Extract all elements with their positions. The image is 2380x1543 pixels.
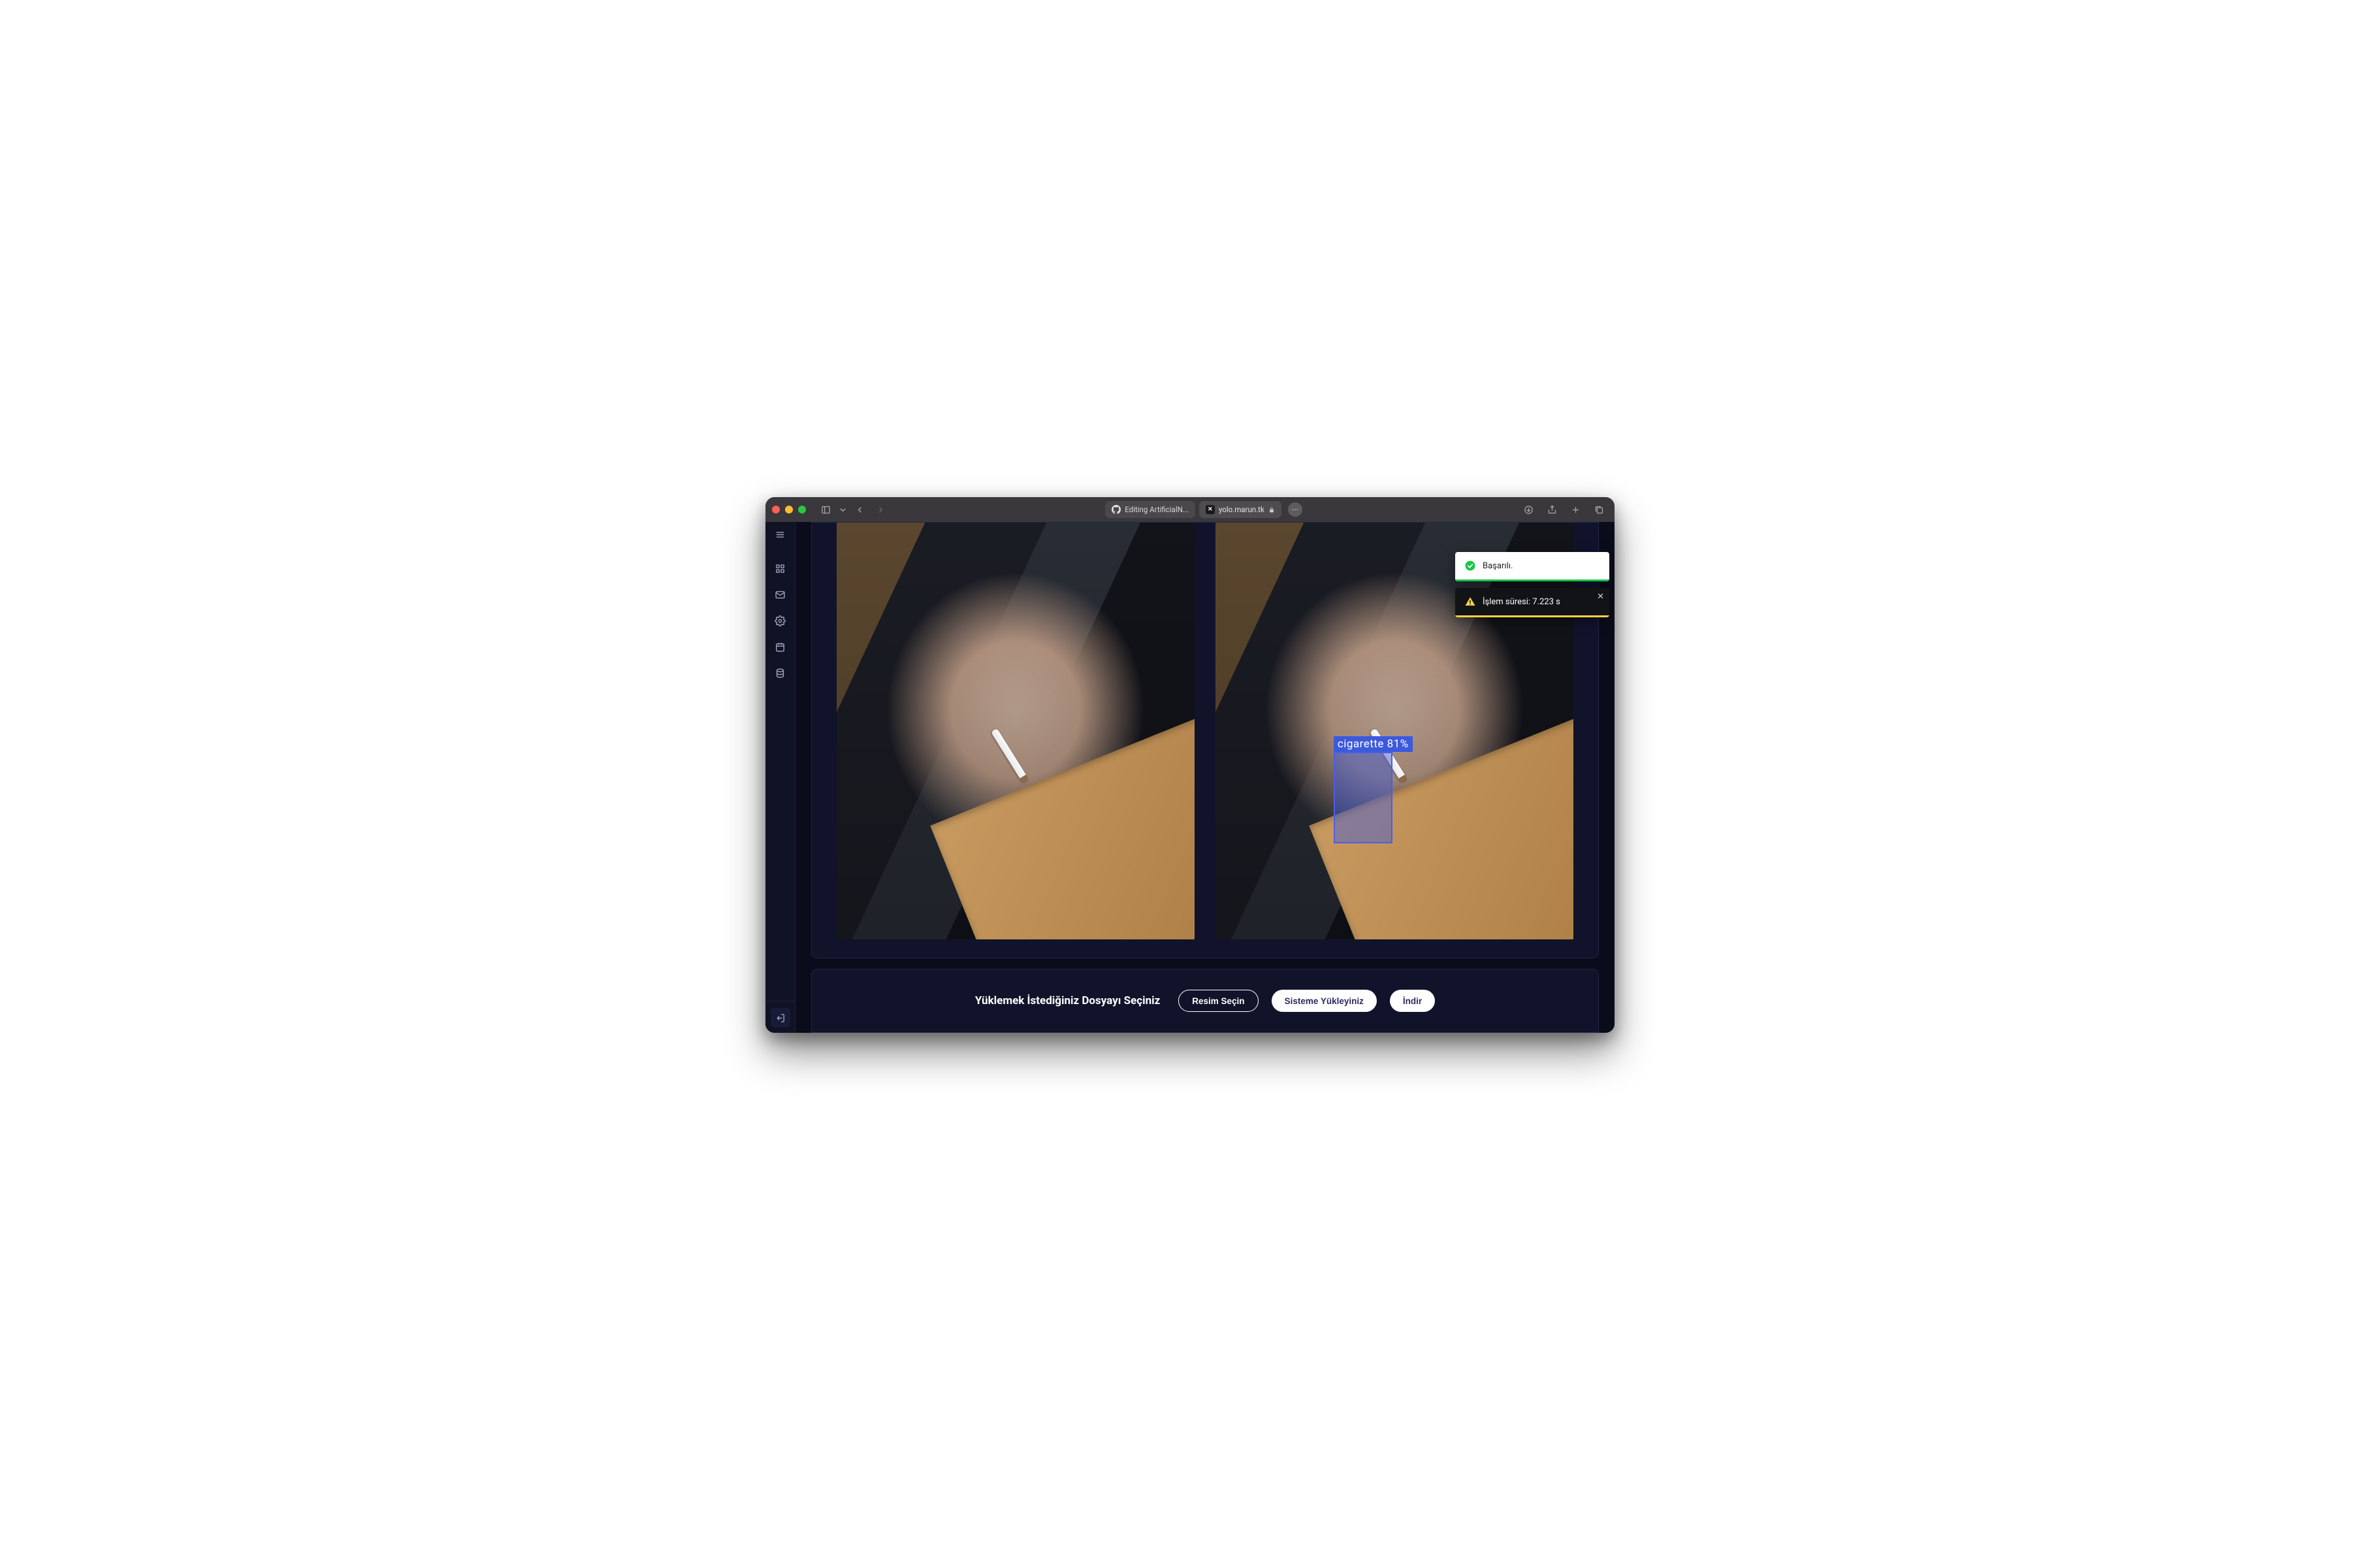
- close-icon[interactable]: ✕: [1597, 592, 1604, 602]
- lock-icon: [1268, 506, 1275, 513]
- logout-icon[interactable]: [771, 1008, 790, 1028]
- new-tab-icon[interactable]: [1566, 502, 1584, 517]
- calendar-icon[interactable]: [775, 641, 786, 653]
- upload-actions-card: Yüklemek İstediğiniz Dosyayı Seçiniz Res…: [811, 969, 1599, 1033]
- detection-box: [1334, 752, 1392, 843]
- toast-stack: Başarılı. İşlem süresi: 7.223 s ✕: [1455, 552, 1609, 617]
- tab-overview-icon[interactable]: [1590, 502, 1608, 517]
- nav-forward-icon[interactable]: [871, 502, 890, 517]
- nav-back-icon[interactable]: [850, 502, 869, 517]
- check-circle-icon: [1464, 560, 1476, 572]
- window-close-button[interactable]: [772, 506, 780, 513]
- browser-tabs: Editing ArtificialN... ✕ yolo.marun.tk: [899, 501, 1509, 518]
- download-button[interactable]: İndir: [1390, 990, 1435, 1012]
- tab-title: Editing ArtificialN...: [1125, 505, 1189, 514]
- github-icon: [1112, 505, 1121, 514]
- tab-title: yolo.marun.tk: [1219, 505, 1264, 514]
- privacy-report-icon[interactable]: [1288, 502, 1302, 517]
- settings-icon[interactable]: [775, 615, 786, 626]
- page-viewport: cigarette 81% Yüklemek İstediğiniz Dosya…: [765, 522, 1615, 1033]
- upload-heading: Yüklemek İstediğiniz Dosyayı Seçiniz: [975, 994, 1160, 1007]
- toast-duration: İşlem süresi: 7.223 s ✕: [1455, 588, 1609, 617]
- toast-success-text: Başarılı.: [1483, 561, 1513, 571]
- original-image: [837, 523, 1195, 939]
- toast-duration-text: İşlem süresi: 7.223 s: [1483, 597, 1560, 607]
- app-sidebar: [765, 522, 796, 1033]
- warning-icon: [1464, 596, 1476, 608]
- detection-label: cigarette 81%: [1334, 736, 1413, 752]
- browser-titlebar: Editing ArtificialN... ✕ yolo.marun.tk: [765, 497, 1615, 522]
- grid-icon[interactable]: [775, 562, 786, 574]
- share-icon[interactable]: [1543, 502, 1561, 517]
- menu-icon[interactable]: [775, 528, 786, 540]
- page-icon: ✕: [1206, 505, 1215, 514]
- window-minimize-button[interactable]: [785, 506, 793, 513]
- mail-icon[interactable]: [775, 589, 786, 600]
- browser-tab-active[interactable]: ✕ yolo.marun.tk: [1199, 501, 1281, 518]
- database-icon[interactable]: [775, 667, 786, 679]
- downloads-icon[interactable]: [1519, 502, 1537, 517]
- chevron-down-icon[interactable]: [837, 502, 848, 517]
- browser-tab[interactable]: Editing ArtificialN...: [1105, 501, 1195, 518]
- window-fullscreen-button[interactable]: [798, 506, 806, 513]
- sidebar-toggle-icon[interactable]: [816, 502, 835, 517]
- choose-image-button[interactable]: Resim Seçin: [1178, 990, 1258, 1012]
- toast-success: Başarılı.: [1455, 552, 1609, 581]
- browser-window: Editing ArtificialN... ✕ yolo.marun.tk: [765, 497, 1615, 1033]
- window-controls: [772, 506, 806, 513]
- upload-button[interactable]: Sisteme Yükleyiniz: [1272, 990, 1377, 1012]
